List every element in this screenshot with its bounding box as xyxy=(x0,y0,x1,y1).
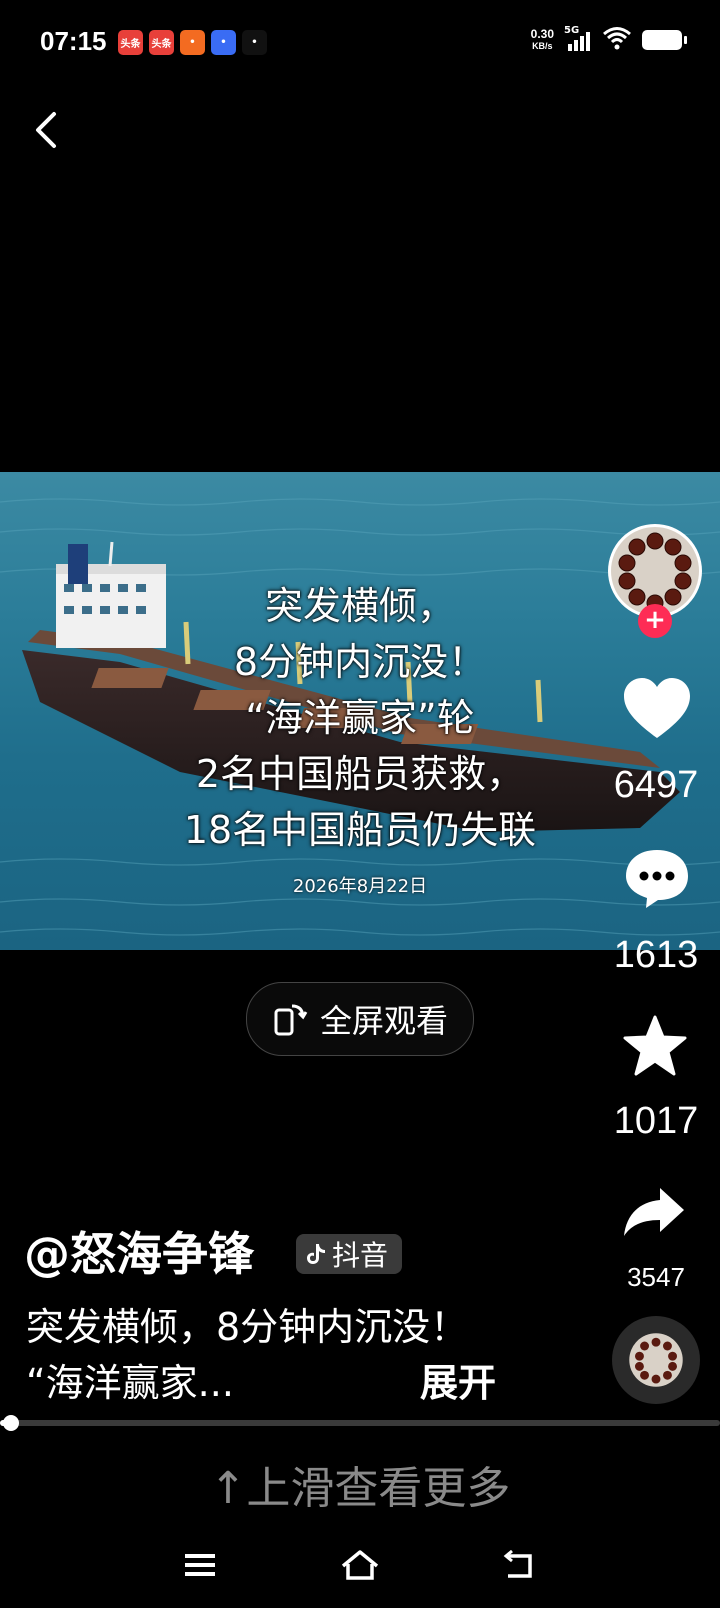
platform-badge: 抖音 xyxy=(296,1234,403,1274)
music-disc[interactable] xyxy=(612,1316,700,1404)
app-orange-icon: • xyxy=(180,30,205,55)
heart-icon xyxy=(624,678,690,738)
home-icon xyxy=(341,1550,379,1580)
share-button[interactable] xyxy=(622,1186,688,1238)
home-button[interactable] xyxy=(330,1536,390,1594)
back-button[interactable] xyxy=(28,108,68,152)
description-line-2: “海洋赢家... xyxy=(26,1361,234,1405)
fullscreen-button[interactable]: 全屏观看 xyxy=(246,982,474,1056)
network-type: 5G xyxy=(564,25,580,36)
expand-button[interactable]: 展开 xyxy=(420,1352,496,1407)
caption-line: “海洋赢家”轮 xyxy=(245,696,475,740)
network-speed-value: 0.30 xyxy=(530,27,554,41)
star-icon xyxy=(623,1015,687,1076)
comment-count: 1613 xyxy=(613,934,699,976)
toutiao-icon: 头条 xyxy=(118,30,143,55)
platform-label: 抖音 xyxy=(332,1239,389,1272)
like-count: 6497 xyxy=(613,764,699,806)
douyin-note-icon xyxy=(307,1244,325,1264)
cellular-signal-icon: 5G xyxy=(564,25,592,53)
video-date: 2026年8月22日 xyxy=(292,876,428,897)
app-blue-icon: • xyxy=(211,30,236,55)
recents-button[interactable] xyxy=(170,1536,230,1594)
menu-icon xyxy=(185,1554,215,1576)
status-right: 0.30 KB/s 5G xyxy=(531,25,687,54)
share-icon xyxy=(624,1188,684,1236)
wifi-icon xyxy=(602,26,632,54)
status-bar: 07:15 头条 头条 • • • 0.30 KB/s 5G xyxy=(0,0,720,84)
caption-line: 8分钟内沉没！ xyxy=(233,640,487,684)
douyin-icon: • xyxy=(242,30,267,55)
battery-icon xyxy=(642,30,687,50)
network-speed: 0.30 KB/s xyxy=(531,28,554,52)
description-line-1: 突发横倾，8分钟内沉没！ xyxy=(26,1305,469,1349)
follow-button[interactable]: + xyxy=(638,604,672,638)
return-icon xyxy=(503,1550,532,1578)
swipe-up-hint[interactable]: ↑上滑查看更多 xyxy=(0,1452,720,1516)
video-progress-bar[interactable] xyxy=(0,1415,720,1431)
toutiao-lite-icon: 头条 xyxy=(149,30,174,55)
system-nav-bar xyxy=(0,1536,720,1594)
video-caption: 突发横倾， 8分钟内沉没！ “海洋赢家”轮 2名中国船员获救， 18名中国船员仍失联 xyxy=(0,578,720,858)
back-nav-button[interactable] xyxy=(490,1536,550,1594)
caption-line: 18名中国船员仍失联 xyxy=(183,808,537,852)
favorite-count: 1017 xyxy=(613,1100,699,1142)
status-time: 07:15 xyxy=(40,26,107,56)
music-cover-icon xyxy=(629,1333,683,1387)
chevron-left-icon xyxy=(36,112,56,148)
comment-icon xyxy=(626,850,688,908)
like-button[interactable] xyxy=(622,676,692,742)
bead-bracelet-image xyxy=(618,532,692,612)
author-name[interactable]: @怒海争锋 xyxy=(24,1218,254,1284)
video-player[interactable]: 突发横倾， 8分钟内沉没！ “海洋赢家”轮 2名中国船员获救， 18名中国船员仍失联 2… xyxy=(0,472,720,950)
progress-knob[interactable] xyxy=(2,1415,19,1431)
rotate-screen-icon xyxy=(274,1004,308,1036)
favorite-button[interactable] xyxy=(622,1014,688,1078)
notification-icons: 头条 头条 • • • xyxy=(118,30,267,55)
comment-button[interactable] xyxy=(622,846,692,910)
network-speed-unit: KB/s xyxy=(532,41,553,51)
share-count: 3547 xyxy=(627,1262,685,1292)
fullscreen-label: 全屏观看 xyxy=(319,1002,448,1040)
